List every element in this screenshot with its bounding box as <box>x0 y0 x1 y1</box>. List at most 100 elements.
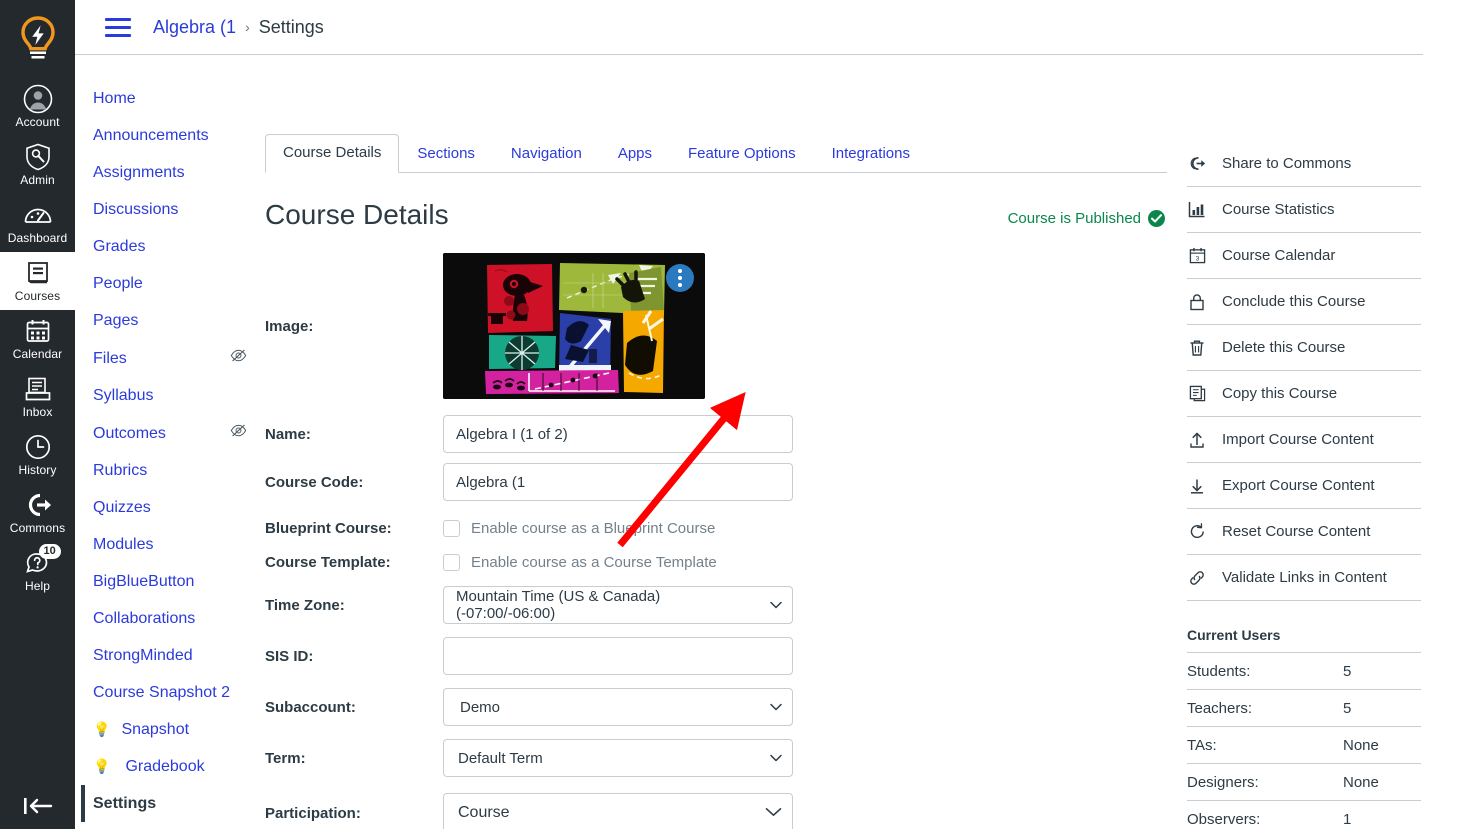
panel-header: Course Details Course is Published <box>265 199 1187 231</box>
term-select[interactable]: Default Term <box>443 739 793 777</box>
course-template-label: Course Template: <box>265 553 391 571</box>
course-template-checkbox[interactable] <box>443 553 460 571</box>
course-nav-item-grades[interactable]: Grades <box>93 228 265 265</box>
course-nav-item-course-snapshot-2[interactable]: Course Snapshot 2 <box>93 674 265 711</box>
global-nav-item-account[interactable]: Account <box>0 78 75 136</box>
course-nav-item-announcements[interactable]: Announcements <box>93 117 265 154</box>
form-row-course-template: Course Template: Enable course as a Cour… <box>265 547 1187 577</box>
global-nav-item-dashboard[interactable]: Dashboard <box>0 194 75 252</box>
global-nav-item-inbox[interactable]: Inbox <box>0 368 75 426</box>
course-nav-item-rubrics[interactable]: Rubrics <box>93 452 265 489</box>
global-nav-item-admin[interactable]: Admin <box>0 136 75 194</box>
course-nav-label: Course Snapshot 2 <box>93 684 230 701</box>
inbox-tray-icon <box>24 375 52 403</box>
help-badge-count: 10 <box>38 544 61 559</box>
collapse-nav-arrow-icon[interactable] <box>0 795 75 817</box>
tab-feature-options[interactable]: Feature Options <box>670 135 814 173</box>
global-nav-item-history[interactable]: History <box>0 426 75 484</box>
sidebar-action-label: Import Course Content <box>1222 431 1374 448</box>
user-role-count: 1 <box>1343 810 1352 828</box>
course-nav-item-assignments[interactable]: Assignments <box>93 154 265 191</box>
sidebar-action-delete-this-course[interactable]: Delete this Course <box>1187 325 1421 371</box>
blueprint-checkbox-row[interactable]: Enable course as a Blueprint Course <box>443 513 715 543</box>
sidebar-action-label: Conclude this Course <box>1222 293 1366 310</box>
breadcrumb-current-page: Settings <box>258 16 324 37</box>
course-nav-item-settings[interactable]: Settings <box>81 785 265 822</box>
user-role-count: 5 <box>1343 699 1352 717</box>
kebab-menu-icon[interactable] <box>666 264 694 292</box>
participation-select[interactable]: Course <box>443 793 793 829</box>
app-root: Account Admin Dashboard Courses Calendar… <box>0 0 1459 829</box>
sidebar-action-validate-links-in-content[interactable]: Validate Links in Content <box>1187 555 1421 601</box>
blueprint-checkbox-label: Enable course as a Blueprint Course <box>471 519 716 537</box>
breadcrumb-course-link[interactable]: Algebra (1 <box>153 17 236 38</box>
course-nav-label: Assignments <box>93 164 185 181</box>
canvas-lightbulb-logo[interactable] <box>0 0 75 78</box>
blueprint-checkbox[interactable] <box>443 519 460 537</box>
import-upload-icon <box>1187 431 1207 449</box>
course-nav-item-strongminded[interactable]: StrongMinded <box>93 637 265 674</box>
user-avatar-icon <box>23 84 53 114</box>
sidebar-action-import-course-content[interactable]: Import Course Content <box>1187 417 1421 463</box>
lightbulb-icon: 💡 <box>93 758 111 774</box>
sidebar-action-reset-course-content[interactable]: Reset Course Content <box>1187 509 1421 555</box>
course-nav-item-gradebook[interactable]: 💡 Gradebook <box>93 748 265 785</box>
tab-course-details[interactable]: Course Details <box>265 134 400 173</box>
course-nav-item-outcomes[interactable]: Outcomes <box>93 414 265 452</box>
sidebar-action-label: Course Statistics <box>1222 201 1335 218</box>
name-label: Name: <box>265 425 311 443</box>
course-nav-label: Collaborations <box>93 610 196 627</box>
course-name-input[interactable] <box>443 415 793 453</box>
content-column: Algebra (1 › Settings Home Announcements… <box>75 0 1459 829</box>
course-nav-item-files[interactable]: Files <box>93 339 265 377</box>
sidebar-action-share-to-commons[interactable]: Share to Commons <box>1187 141 1421 187</box>
global-nav-item-calendar[interactable]: Calendar <box>0 310 75 368</box>
course-template-checkbox-row[interactable]: Enable course as a Course Template <box>443 547 717 577</box>
sidebar-action-course-calendar[interactable]: 3 Course Calendar <box>1187 233 1421 279</box>
copy-icon <box>1187 385 1207 402</box>
trash-icon <box>1187 339 1207 357</box>
course-nav-label: Files <box>93 349 127 367</box>
course-nav-item-modules[interactable]: Modules <box>93 526 265 563</box>
tab-apps[interactable]: Apps <box>600 135 670 173</box>
user-role-label: Teachers: <box>1187 699 1253 717</box>
term-select-value: Default Term <box>443 739 793 777</box>
user-role-count: 5 <box>1343 662 1352 680</box>
sidebar-action-copy-this-course[interactable]: Copy this Course <box>1187 371 1421 417</box>
sidebar-action-course-statistics[interactable]: Course Statistics <box>1187 187 1421 233</box>
course-image-preview <box>443 253 705 399</box>
tab-integrations[interactable]: Integrations <box>814 135 928 173</box>
course-nav-label: Rubrics <box>93 462 148 479</box>
global-nav-item-help[interactable]: 10 Help <box>0 542 75 600</box>
course-nav-item-quizzes[interactable]: Quizzes <box>93 489 265 526</box>
course-nav-label: BigBlueButton <box>93 573 195 590</box>
course-nav-label: Home <box>93 90 136 107</box>
global-nav-label: Calendar <box>12 347 63 361</box>
link-icon <box>1187 569 1207 587</box>
course-nav-item-people[interactable]: People <box>93 265 265 302</box>
course-nav-item-home[interactable]: Home <box>93 80 265 117</box>
form-row-image: Image: <box>265 253 1187 399</box>
tab-navigation[interactable]: Navigation <box>493 135 600 173</box>
timezone-select[interactable]: Mountain Time (US & Canada) (-07:00/-06:… <box>443 586 793 624</box>
user-stat-row: Observers: 1 <box>1187 801 1421 829</box>
form-row-subaccount: Subaccount: Demo <box>265 688 1187 726</box>
course-nav-item-snapshot[interactable]: 💡 Snapshot <box>93 711 265 748</box>
course-nav-item-pages[interactable]: Pages <box>93 302 265 339</box>
course-nav-item-discussions[interactable]: Discussions <box>93 191 265 228</box>
sidebar-action-export-course-content[interactable]: Export Course Content <box>1187 463 1421 509</box>
check-circle-icon <box>1148 210 1165 227</box>
clock-icon <box>25 433 51 461</box>
course-nav-item-bigbluebutton[interactable]: BigBlueButton <box>93 563 265 600</box>
course-nav-item-syllabus[interactable]: Syllabus <box>93 377 265 414</box>
course-code-input[interactable] <box>443 463 793 501</box>
course-nav-item-collaborations[interactable]: Collaborations <box>93 600 265 637</box>
lock-icon <box>1187 293 1207 311</box>
sis-id-input[interactable] <box>443 637 793 675</box>
hamburger-menu-icon[interactable] <box>105 17 131 37</box>
global-nav-item-commons[interactable]: Commons <box>0 484 75 542</box>
tab-sections[interactable]: Sections <box>399 135 493 173</box>
global-nav-item-courses[interactable]: Courses <box>0 252 75 310</box>
sidebar-action-conclude-this-course[interactable]: Conclude this Course <box>1187 279 1421 325</box>
subaccount-select[interactable]: Demo <box>443 688 793 726</box>
